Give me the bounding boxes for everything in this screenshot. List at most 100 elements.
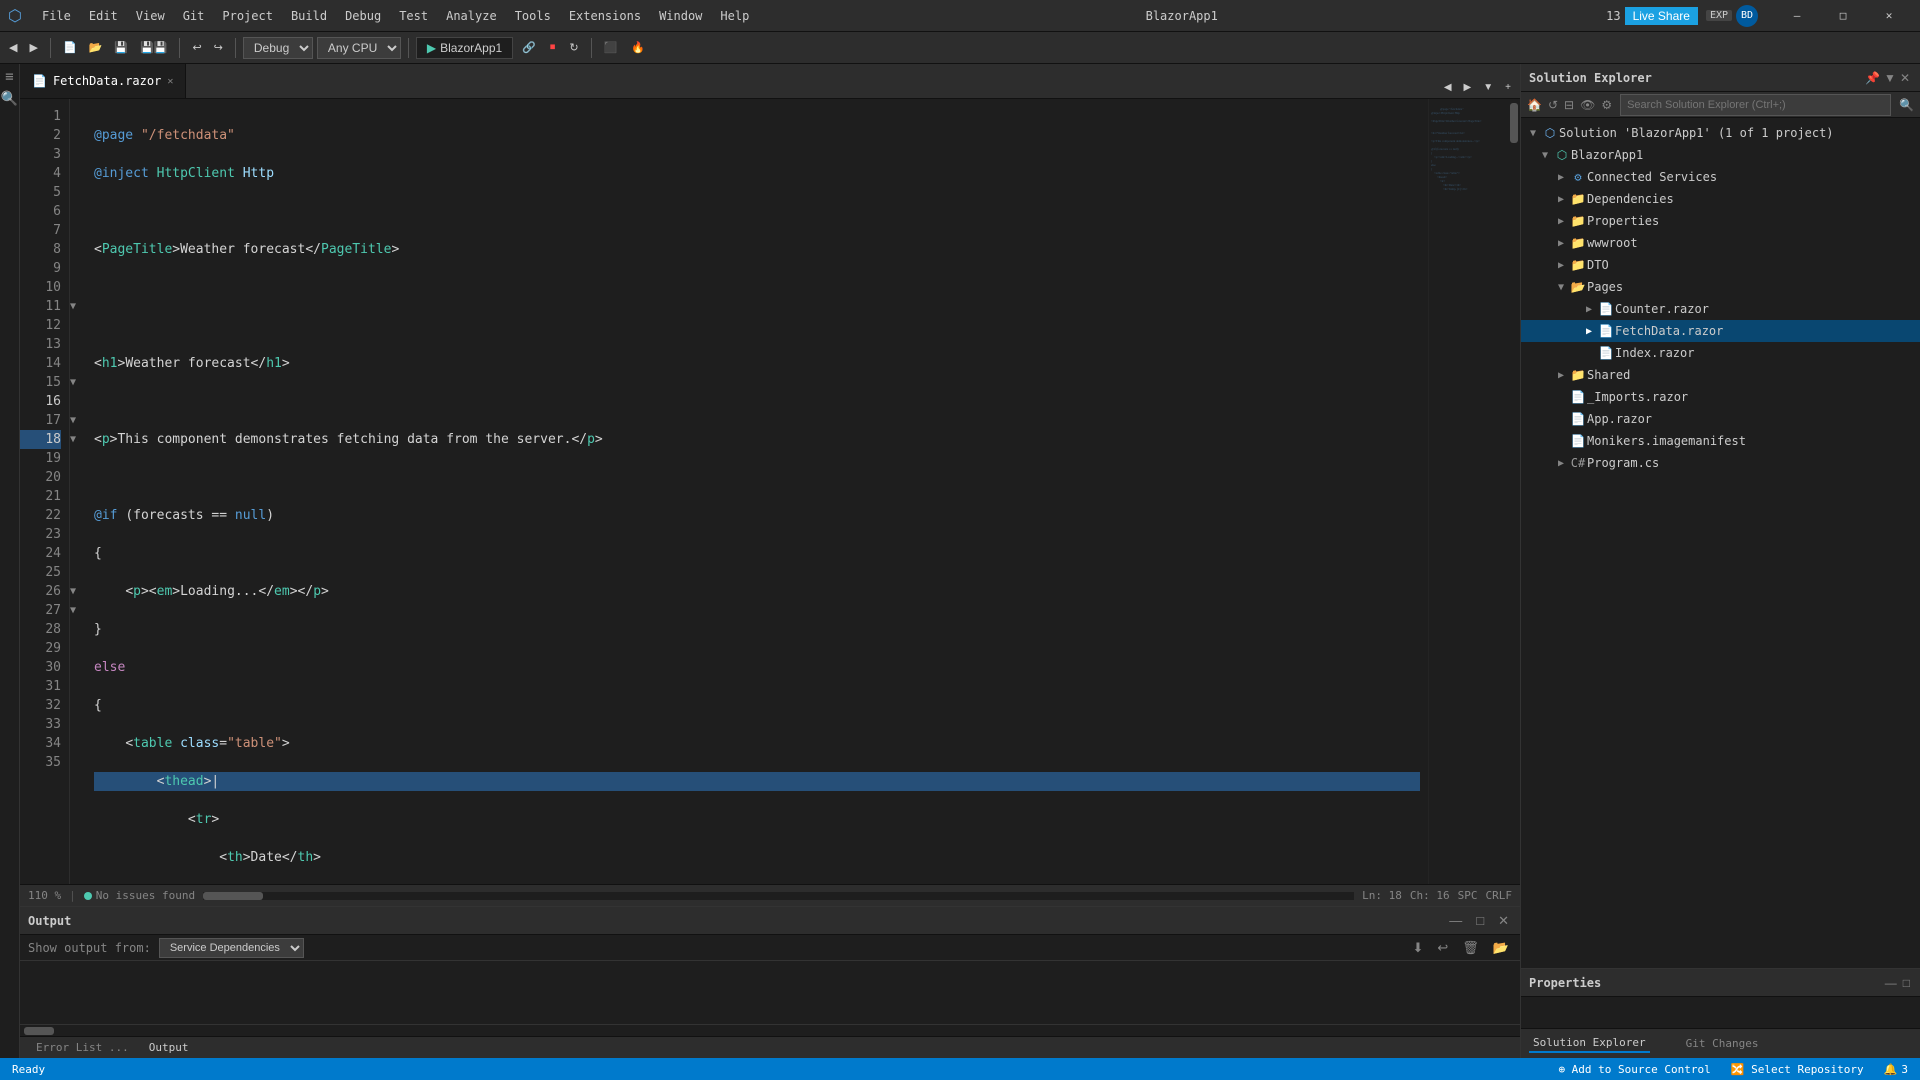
- menu-edit[interactable]: Edit: [81, 5, 126, 27]
- tree-item-index[interactable]: ▶ 📄 Index.razor: [1521, 342, 1920, 364]
- minimize-button[interactable]: —: [1774, 0, 1820, 32]
- open-file-button[interactable]: 📂: [84, 37, 108, 59]
- menu-view[interactable]: View: [128, 5, 173, 27]
- hotreload-button[interactable]: 🔥: [626, 37, 650, 59]
- se-tab-git-changes[interactable]: Git Changes: [1682, 1035, 1763, 1052]
- output-word-wrap[interactable]: ↩: [1434, 940, 1451, 956]
- menu-test[interactable]: Test: [391, 5, 436, 27]
- se-home-button[interactable]: 🏠: [1525, 98, 1544, 112]
- code-content[interactable]: @page "/fetchdata" @inject HttpClient Ht…: [86, 99, 1428, 884]
- tree-item-app[interactable]: ▶ 📄 App.razor: [1521, 408, 1920, 430]
- se-search-button[interactable]: 🔍: [1897, 98, 1916, 112]
- vertical-scrollbar[interactable]: [1508, 99, 1520, 884]
- activity-search[interactable]: 🔍: [1, 90, 19, 108]
- tree-item-imports[interactable]: ▶ 📄 _Imports.razor: [1521, 386, 1920, 408]
- encoding-indicator[interactable]: SPC: [1458, 889, 1478, 902]
- output-restore-button[interactable]: □: [1473, 913, 1487, 928]
- tab-scroll-right[interactable]: ▶: [1459, 76, 1477, 98]
- no-issues[interactable]: No issues found: [84, 889, 195, 902]
- tree-item-wwwroot[interactable]: ▶ 📁 wwwroot: [1521, 232, 1920, 254]
- se-close-button[interactable]: ✕: [1898, 71, 1912, 85]
- notification-button[interactable]: 🔔3: [1880, 1063, 1912, 1076]
- activity-solution-explorer[interactable]: ≡: [1, 68, 19, 86]
- pages-folder-icon: 📂: [1569, 280, 1587, 294]
- save-button[interactable]: 💾: [109, 37, 133, 59]
- tree-item-dependencies[interactable]: ▶ 📁 Dependencies: [1521, 188, 1920, 210]
- se-more-button[interactable]: ▼: [1882, 71, 1898, 85]
- menu-help[interactable]: Help: [712, 5, 757, 27]
- live-share-button[interactable]: Live Share: [1625, 7, 1698, 25]
- output-source-dropdown[interactable]: Service Dependencies: [159, 938, 304, 958]
- editor-tab-fetchdata[interactable]: 📄 FetchData.razor ✕: [20, 64, 186, 98]
- breakpoints-button[interactable]: ⬛: [599, 37, 623, 59]
- restart-button[interactable]: ↻: [564, 37, 583, 59]
- tab-scroll-left[interactable]: ◀: [1439, 76, 1457, 98]
- output-clear[interactable]: 🗑: [1459, 940, 1482, 956]
- tree-item-pages[interactable]: ▼ 📂 Pages: [1521, 276, 1920, 298]
- tree-item-connected-services[interactable]: ▶ ⚙ Connected Services: [1521, 166, 1920, 188]
- select-repository-button[interactable]: 🔀 Select Repository: [1727, 1063, 1868, 1076]
- add-scroll-button[interactable]: +: [1500, 76, 1516, 98]
- output-scroll-lock[interactable]: ⬇: [1409, 940, 1426, 956]
- config-dropdown[interactable]: Debug: [243, 37, 313, 59]
- manifest-label: Monikers.imagemanifest: [1587, 434, 1916, 448]
- tree-item-counter[interactable]: ▶ 📄 Counter.razor: [1521, 298, 1920, 320]
- back-button[interactable]: ◀: [4, 37, 22, 59]
- menu-tools[interactable]: Tools: [507, 5, 559, 27]
- menu-git[interactable]: Git: [175, 5, 213, 27]
- output-minimize-button[interactable]: —: [1446, 913, 1465, 928]
- se-sync-button[interactable]: ↺: [1546, 98, 1560, 112]
- output-hscroll[interactable]: [20, 1024, 1520, 1036]
- forward-button[interactable]: ▶: [24, 37, 42, 59]
- eol-indicator[interactable]: CRLF: [1486, 889, 1513, 902]
- maximize-button[interactable]: □: [1820, 0, 1866, 32]
- tree-item-manifest[interactable]: ▶ 📄 Monikers.imagemanifest: [1521, 430, 1920, 452]
- se-tab-solution-explorer[interactable]: Solution Explorer: [1529, 1034, 1650, 1053]
- tree-item-shared[interactable]: ▶ 📁 Shared: [1521, 364, 1920, 386]
- props-minimize-button[interactable]: —: [1883, 976, 1899, 990]
- platform-dropdown[interactable]: Any CPU: [317, 37, 401, 59]
- menu-window[interactable]: Window: [651, 5, 710, 27]
- tree-item-program[interactable]: ▶ C# Program.cs: [1521, 452, 1920, 474]
- stop-button[interactable]: ⏹: [545, 37, 561, 59]
- se-preview-button[interactable]: 👁: [1578, 98, 1597, 112]
- se-collapse-all-button[interactable]: ⊟: [1562, 98, 1576, 112]
- tab-expand-button[interactable]: ▼: [1478, 76, 1498, 98]
- undo-button[interactable]: ↩: [187, 37, 206, 59]
- index-arrow: ▶: [1581, 348, 1597, 359]
- se-pin-button[interactable]: 📌: [1863, 71, 1882, 85]
- dependencies-folder-icon: 📁: [1569, 192, 1587, 206]
- menu-debug[interactable]: Debug: [337, 5, 389, 27]
- tree-item-fetchdata[interactable]: ▶ 📄 FetchData.razor: [1521, 320, 1920, 342]
- horizontal-scrollbar[interactable]: [203, 892, 1354, 900]
- se-search-input[interactable]: [1620, 94, 1891, 116]
- output-content: [20, 961, 1520, 1024]
- new-file-button[interactable]: 📄: [58, 37, 82, 59]
- tree-item-properties[interactable]: ▶ 📁 Properties: [1521, 210, 1920, 232]
- tree-item-project[interactable]: ▼ ⬡ BlazorApp1: [1521, 144, 1920, 166]
- run-button[interactable]: ▶ BlazorApp1: [416, 37, 513, 59]
- menu-analyze[interactable]: Analyze: [438, 5, 505, 27]
- add-source-control-button[interactable]: ⊕ Add to Source Control: [1554, 1063, 1714, 1076]
- menu-extensions[interactable]: Extensions: [561, 5, 649, 27]
- tree-item-dto[interactable]: ▶ 📁 DTO: [1521, 254, 1920, 276]
- se-filter-button[interactable]: ⚙: [1599, 98, 1614, 112]
- menu-build[interactable]: Build: [283, 5, 335, 27]
- output-close-button[interactable]: ✕: [1495, 913, 1512, 929]
- output-tab[interactable]: Output: [141, 1039, 197, 1056]
- redo-button[interactable]: ↪: [209, 37, 228, 59]
- pages-arrow: ▼: [1553, 282, 1569, 293]
- menu-file[interactable]: File: [34, 5, 79, 27]
- zoom-level[interactable]: 110 %: [28, 889, 61, 902]
- close-button[interactable]: ✕: [1866, 0, 1912, 32]
- user-avatar[interactable]: BD: [1736, 5, 1758, 27]
- error-list-tab[interactable]: Error List ...: [28, 1039, 137, 1056]
- attach-button[interactable]: 🔗: [517, 37, 541, 59]
- props-expand-button[interactable]: □: [1901, 976, 1912, 990]
- title-bar: ⬡ File Edit View Git Project Build Debug…: [0, 0, 1920, 32]
- menu-project[interactable]: Project: [214, 5, 281, 27]
- save-all-button[interactable]: 💾💾: [135, 37, 172, 59]
- tree-item-solution[interactable]: ▼ ⬡ Solution 'BlazorApp1' (1 of 1 projec…: [1521, 122, 1920, 144]
- tab-close-button[interactable]: ✕: [167, 76, 173, 87]
- output-open-file[interactable]: 📂: [1490, 940, 1512, 956]
